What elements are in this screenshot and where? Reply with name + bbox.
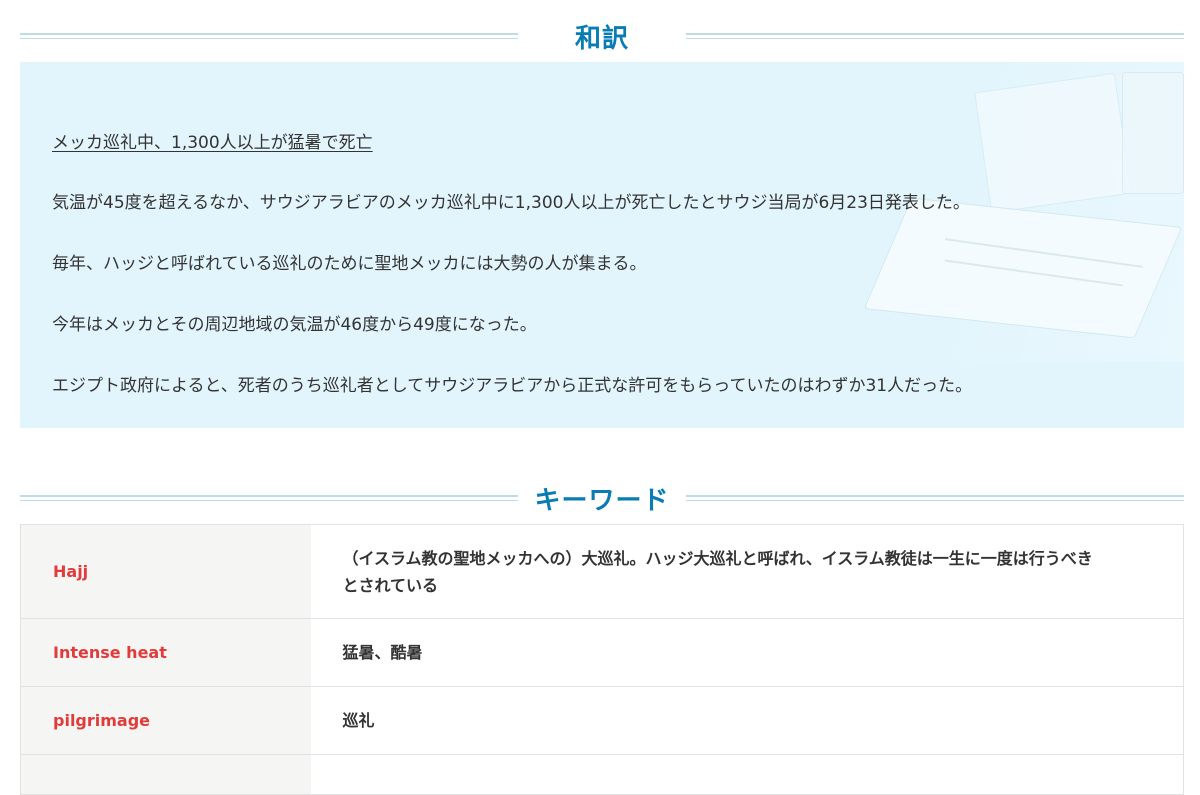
article-headline: メッカ巡礼中、1,300人以上が猛暑で死亡 (52, 133, 373, 153)
translation-paragraph-2: 毎年、ハッジと呼ばれている巡礼のために聖地メッカには大勢の人が集まる。 (52, 254, 647, 274)
keyword-definition: （イスラム教の聖地メッカへの）大巡礼。ハッジ大巡礼と呼ばれ、イスラム教徒は一生に… (310, 524, 1184, 619)
keyword-row: Hajj （イスラム教の聖地メッカへの）大巡礼。ハッジ大巡礼と呼ばれ、イスラム教… (20, 524, 1184, 619)
translation-panel: メッカ巡礼中、1,300人以上が猛暑で死亡 気温が45度を超えるなか、サウジアラ… (20, 62, 1184, 428)
keyword-definition-line: （イスラム教の聖地メッカへの）大巡礼。ハッジ大巡礼と呼ばれ、イスラム教徒は一生に… (342, 548, 1093, 568)
heading-left-rule (20, 33, 518, 39)
keyword-definition: 猛暑、酷暑 (310, 618, 1184, 687)
heading-right-rule (686, 33, 1184, 39)
translation-section-heading: 和訳 (20, 16, 1184, 56)
keyword-row: Intense heat 猛暑、酷暑 (20, 618, 1184, 687)
keywords-table: Hajj （イスラム教の聖地メッカへの）大巡礼。ハッジ大巡礼と呼ばれ、イスラム教… (20, 524, 1184, 795)
keyword-row-partial (20, 754, 1184, 795)
heading-left-rule (20, 495, 518, 501)
keyword-row: pilgrimage 巡礼 (20, 686, 1184, 755)
heading-right-rule (686, 495, 1184, 501)
keywords-section-heading: キーワード (20, 478, 1184, 518)
keyword-definition-line: とされている (342, 575, 439, 595)
keyword-term: Intense heat (20, 618, 311, 687)
translation-paragraph-1: 気温が45度を超えるなか、サウジアラビアのメッカ巡礼中に1,300人以上が死亡し… (52, 193, 970, 213)
translation-paragraph-4: エジプト政府によると、死者のうち巡礼者としてサウジアラビアから正式な許可をもらっ… (52, 376, 973, 396)
translation-paragraph-3: 今年はメッカとその周辺地域の気温が46度から49度になった。 (52, 315, 537, 335)
keywords-heading-title: キーワード (534, 485, 670, 516)
keyword-definition: 巡礼 (310, 686, 1184, 755)
keyword-term: Hajj (20, 524, 311, 619)
translation-heading-title: 和訳 (574, 23, 629, 54)
keyword-term: pilgrimage (20, 686, 311, 755)
